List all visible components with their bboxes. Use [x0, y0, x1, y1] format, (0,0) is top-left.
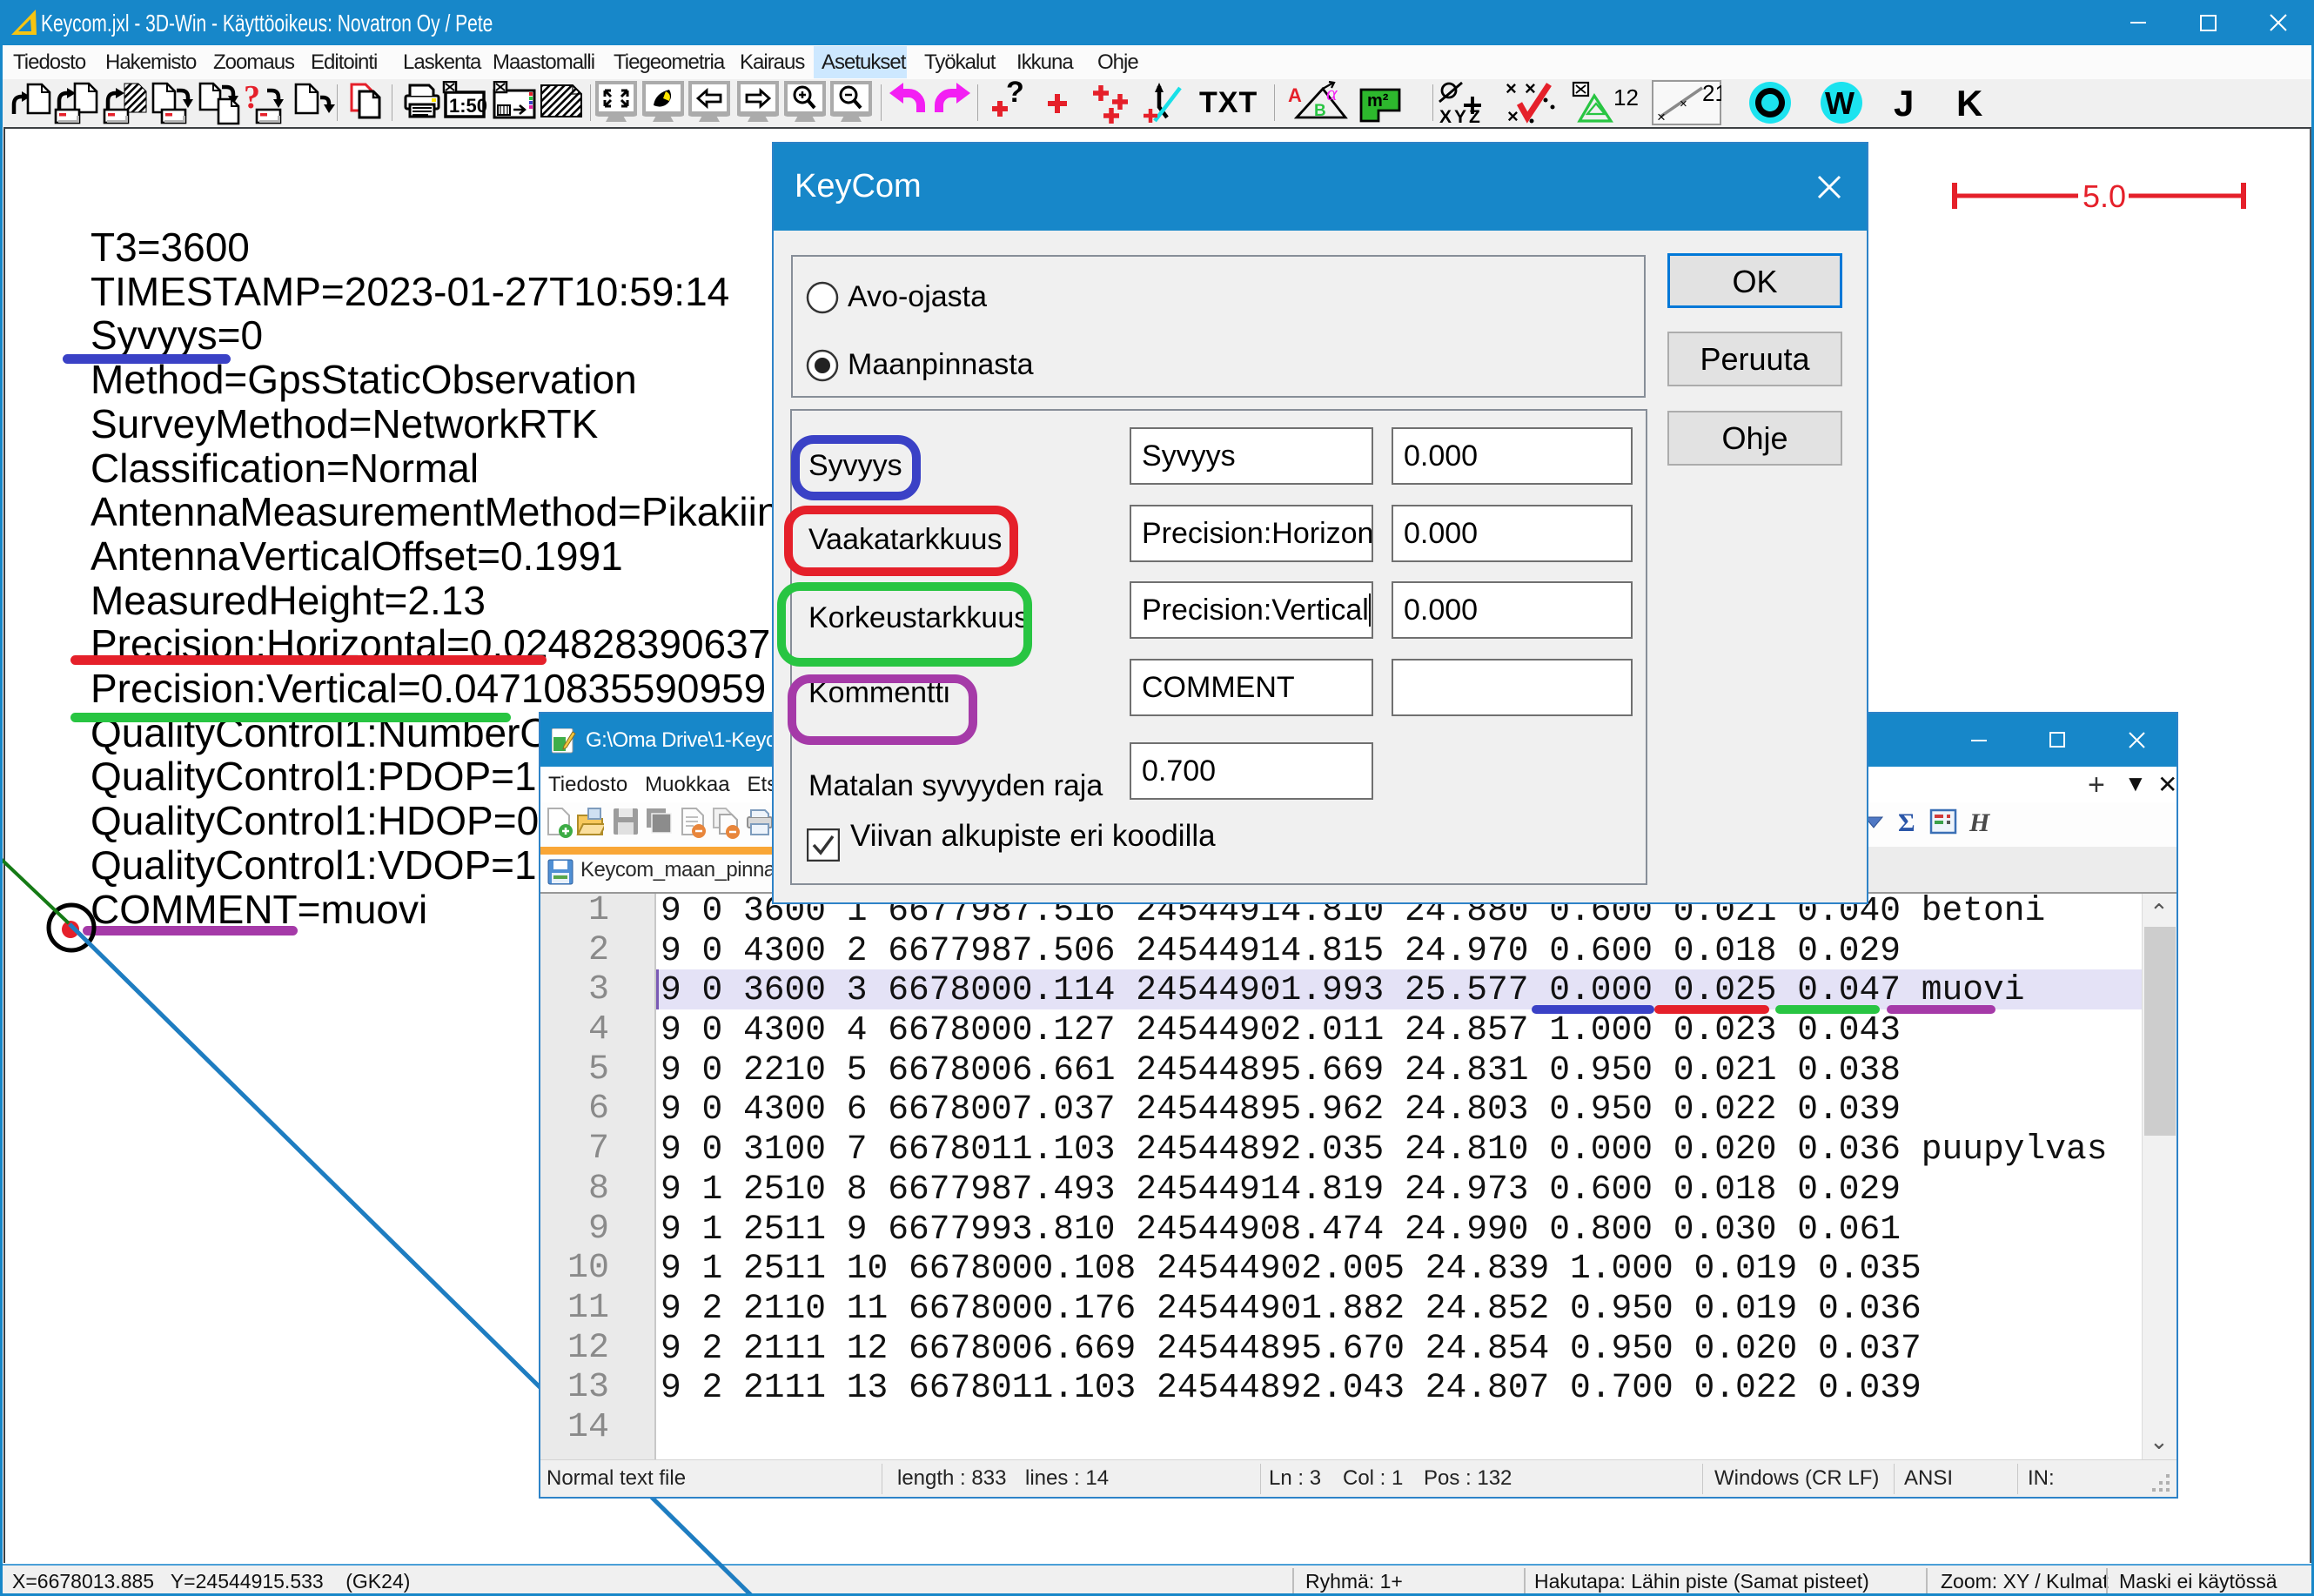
- svg-text:W: W: [1825, 85, 1855, 121]
- svg-text:H: H: [1969, 808, 1991, 837]
- svg-text:m²: m²: [1367, 91, 1389, 111]
- svg-text:A: A: [1288, 84, 1302, 106]
- svg-text:×: ×: [1525, 81, 1536, 99]
- svg-text:12: 12: [1613, 84, 1638, 111]
- svg-text:?: ?: [1006, 81, 1024, 109]
- svg-text:×: ×: [1680, 97, 1687, 111]
- svg-text:B: B: [1314, 102, 1326, 120]
- svg-text:Σ: Σ: [1898, 808, 1915, 837]
- svg-text:J: J: [1894, 83, 1914, 124]
- svg-text:×: ×: [1506, 81, 1517, 99]
- svg-text:TXT: TXT: [1199, 86, 1258, 119]
- svg-text:1:50: 1:50: [449, 95, 487, 117]
- svg-text:×: ×: [1507, 105, 1519, 126]
- svg-text:XYZ: XYZ: [1439, 107, 1483, 126]
- svg-text:K: K: [1956, 83, 1982, 124]
- svg-text:5.0: 5.0: [2083, 178, 2126, 214]
- svg-text:×: ×: [1657, 109, 1666, 125]
- svg-text:21: 21: [1702, 80, 1721, 106]
